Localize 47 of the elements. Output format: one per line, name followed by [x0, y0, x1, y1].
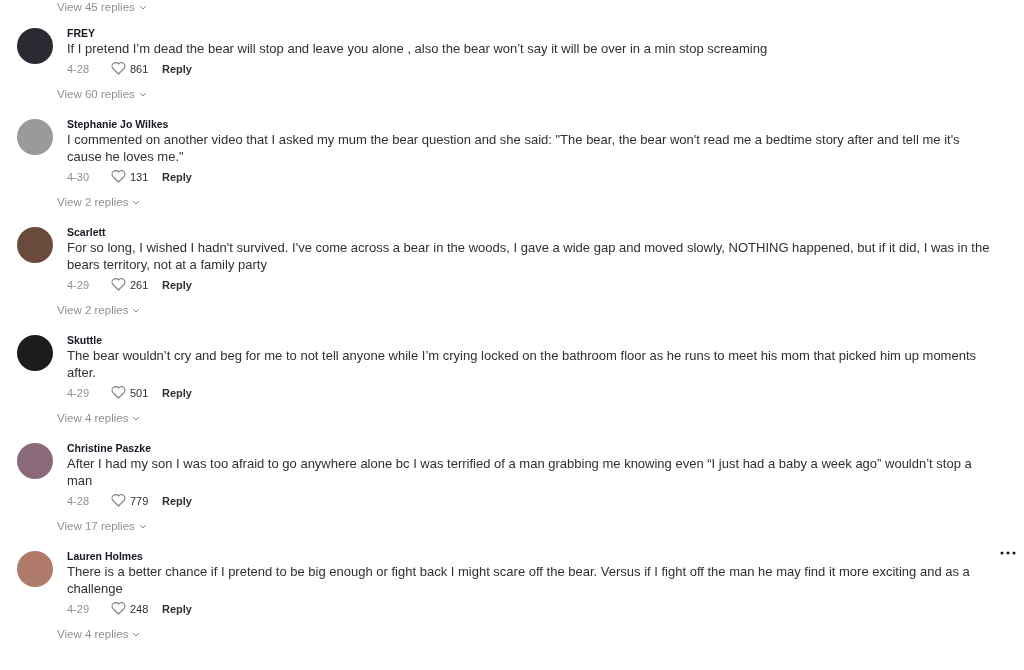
heart-icon[interactable] [111, 602, 126, 615]
comment-date: 4-29 [67, 602, 91, 615]
heart-icon[interactable] [111, 278, 126, 291]
chevron-down-icon [138, 4, 147, 10]
comment-date: 4-28 [67, 62, 91, 75]
like-count: 861 [130, 62, 150, 75]
comment-text: If I pretend I’m dead the bear will stop and leave you alone , also the bear won’t say it will be over in a min stop screaming [67, 40, 768, 57]
like-count: 501 [130, 386, 150, 399]
comment-date: 4-28 [67, 494, 91, 507]
comment-author[interactable]: Stephanie Jo Wilkes [67, 117, 169, 131]
reply-button[interactable]: Reply [162, 62, 192, 75]
reply-button[interactable]: Reply [162, 602, 192, 615]
like-count: 261 [130, 278, 150, 291]
avatar[interactable] [17, 227, 53, 263]
comment-author[interactable]: Scarlett [67, 225, 106, 239]
reply-button[interactable]: Reply [162, 494, 192, 507]
reply-button[interactable]: Reply [162, 386, 192, 399]
comment-date: 4-30 [67, 170, 91, 183]
more-icon [1000, 551, 1016, 555]
comment-text: For so long, I wished I hadn't survived. I've come across a bear in the woods, I gave a wide gap and moved slowly, NOTHING happened, but if it did, I was in the bears territory, not at a family party [67, 239, 991, 273]
avatar[interactable] [17, 28, 53, 64]
heart-icon[interactable] [111, 62, 126, 75]
comment-text: After I had my son I was too afraid to go anywhere alone bc I was terrified of a man grabbing me knowing even “I just had a baby a week ago” wouldn’t stop a man [67, 455, 973, 489]
chevron-down-icon [138, 91, 147, 97]
like-count: 779 [130, 494, 150, 507]
avatar[interactable] [17, 335, 53, 371]
comment-author[interactable]: Christine Paszke [67, 441, 152, 455]
chevron-down-icon [132, 415, 141, 421]
reply-button[interactable]: Reply [162, 278, 192, 291]
comment-author[interactable]: Lauren Holmes [67, 549, 143, 563]
comment-text: I commented on another video that I asked my mum the bear question and she said: "The bear, the bear won't read me a bedtime story after and tell me it's cause he loves me." [67, 131, 961, 165]
comment-text: The bear wouldn’t cry and beg for me to not tell anyone while I’m crying locked on the bathroom floor as he runs to meet his mom that picked him up moments after. [67, 347, 977, 381]
heart-icon[interactable] [111, 170, 126, 183]
chevron-down-icon [132, 199, 141, 205]
heart-icon[interactable] [111, 386, 126, 399]
comment-date: 4-29 [67, 278, 91, 291]
chevron-down-icon [132, 631, 141, 637]
comment-author[interactable]: FREY [67, 26, 95, 40]
comment-author[interactable]: Skuttle [67, 333, 102, 347]
reply-button[interactable]: Reply [162, 170, 192, 183]
like-count: 248 [130, 602, 150, 615]
like-count: 131 [130, 170, 150, 183]
chevron-down-icon [138, 523, 147, 529]
comment-text: There is a better chance if I pretend to be big enough or fight back I might scare off the bear. Versus if I fight off the man he may find it more exciting and as a challenge [67, 563, 971, 597]
chevron-down-icon [132, 307, 141, 313]
heart-icon[interactable] [111, 494, 126, 507]
comment-date: 4-29 [67, 386, 91, 399]
